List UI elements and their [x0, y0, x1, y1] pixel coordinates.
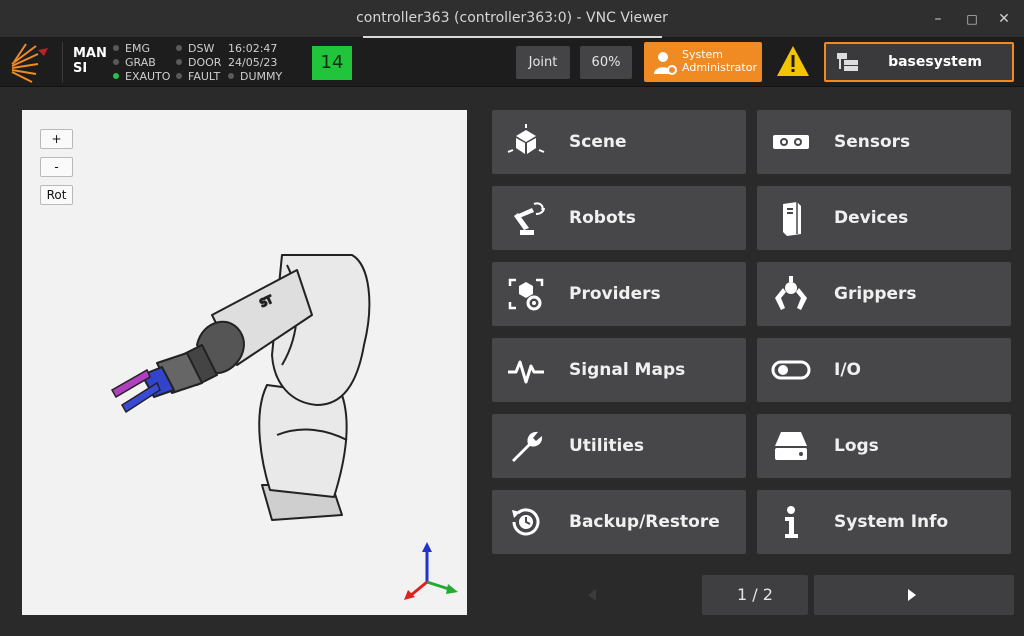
main-area: + - Rot ST Scene Sensors Robots Devices … [0, 88, 1024, 636]
system-select-button[interactable]: basesystem [824, 42, 1014, 82]
system-name: basesystem [888, 54, 982, 70]
menu-tile-providers[interactable]: Providers [492, 262, 746, 326]
toggle-icon [771, 360, 811, 380]
drive-icon [775, 432, 807, 460]
user-gear-icon [654, 52, 677, 75]
menu-label: Devices [834, 208, 909, 228]
signal-icon [508, 360, 544, 384]
menu-tile-scene[interactable]: Scene [492, 110, 746, 174]
chevron-left-icon [588, 589, 596, 601]
menu-label: Robots [569, 208, 636, 228]
status-exauto: EXAUTO [113, 70, 170, 84]
menu-tile-devices[interactable]: Devices [757, 186, 1011, 250]
providers-icon [508, 278, 544, 311]
status-header: MAN SI EMG GRAB EXAUTO DSW DOOR FAULT DU… [0, 38, 1024, 87]
menu-label: Providers [569, 284, 661, 304]
menu-label: Logs [834, 436, 879, 456]
program-counter-badge: 14 [312, 46, 352, 80]
zoom-out-button[interactable]: - [40, 157, 73, 177]
menu-tile-signal-maps[interactable]: Signal Maps [492, 338, 746, 402]
user-button[interactable]: System Administrator [644, 42, 762, 82]
previous-page-button[interactable] [492, 575, 692, 615]
status-dsw: DSW [176, 42, 221, 56]
menu-tile-system-info[interactable]: System Info [757, 490, 1011, 554]
clock-date: 24/05/23 [228, 56, 278, 69]
menu-label: Signal Maps [569, 360, 686, 380]
mode-secondary: SI [73, 61, 88, 76]
status-dot [176, 45, 182, 51]
status-dot [113, 45, 119, 51]
status-dot-active [113, 73, 119, 79]
menu-tile-utilities[interactable]: Utilities [492, 414, 746, 478]
minimize-button[interactable]: – [928, 9, 948, 29]
scene-icon [507, 124, 545, 154]
axis-triad-icon [404, 542, 458, 600]
menu-tile-sensors[interactable]: Sensors [757, 110, 1011, 174]
menu-label: Backup/Restore [569, 512, 720, 532]
window-titlebar: controller363 (controller363:0) - VNC Vi… [0, 0, 1024, 38]
sensors-icon [773, 135, 809, 149]
gripper-icon [775, 276, 807, 310]
chevron-right-icon [908, 589, 916, 601]
robot-3d-viewport[interactable]: + - Rot ST [22, 110, 467, 615]
menu-label: Sensors [834, 132, 911, 152]
zoom-in-button[interactable]: + [40, 129, 73, 149]
maximize-button[interactable]: □ [962, 9, 982, 29]
window-title: controller363 (controller363:0) - VNC Vi… [356, 10, 668, 26]
status-dot [176, 59, 182, 65]
wrench-icon [512, 431, 543, 462]
status-column-1: EMG GRAB EXAUTO [113, 42, 170, 84]
menu-tile-backup-restore[interactable]: Backup/Restore [492, 490, 746, 554]
status-grab: GRAB [113, 56, 170, 70]
company-logo-icon [11, 43, 48, 83]
robot-arm-model: ST [110, 254, 371, 521]
user-label: System Administrator [682, 48, 757, 74]
status-dot [228, 73, 234, 79]
header-separator [62, 42, 63, 82]
system-tree-icon [837, 53, 858, 71]
rotate-button[interactable]: Rot [40, 185, 73, 205]
speed-button[interactable]: 60% [580, 46, 632, 79]
menu-label: System Info [834, 512, 949, 532]
next-page-button[interactable] [814, 575, 1014, 615]
status-column-2: DSW DOOR FAULT [176, 42, 221, 84]
menu-tile-grippers[interactable]: Grippers [757, 262, 1011, 326]
page-indicator: 1 / 2 [702, 575, 808, 615]
operation-mode: MAN SI [73, 46, 107, 76]
restore-icon [512, 508, 540, 536]
menu-tile-logs[interactable]: Logs [757, 414, 1011, 478]
status-door: DOOR [176, 56, 221, 70]
jog-mode-button[interactable]: Joint [516, 46, 570, 79]
status-column-3: DUMMY [228, 70, 282, 84]
status-emg: EMG [113, 42, 170, 56]
clock-time: 16:02:47 [228, 42, 278, 55]
robot-arm-icon [514, 202, 545, 235]
menu-label: Scene [569, 132, 627, 152]
menu-label: Utilities [569, 436, 645, 456]
clock: 16:02:47 24/05/23 [228, 42, 277, 70]
status-dot [113, 59, 119, 65]
info-icon [785, 506, 798, 538]
menu-tile-io[interactable]: I/O [757, 338, 1011, 402]
menu-label: Grippers [834, 284, 917, 304]
menu-label: I/O [834, 360, 861, 380]
mode-primary: MAN [73, 46, 107, 61]
menu-tile-robots[interactable]: Robots [492, 186, 746, 250]
devices-icon [783, 202, 801, 236]
close-button[interactable]: ✕ [994, 9, 1014, 29]
warning-icon[interactable] [775, 44, 811, 78]
status-dummy: DUMMY [228, 70, 282, 84]
status-dot [176, 73, 182, 79]
status-fault: FAULT [176, 70, 221, 84]
